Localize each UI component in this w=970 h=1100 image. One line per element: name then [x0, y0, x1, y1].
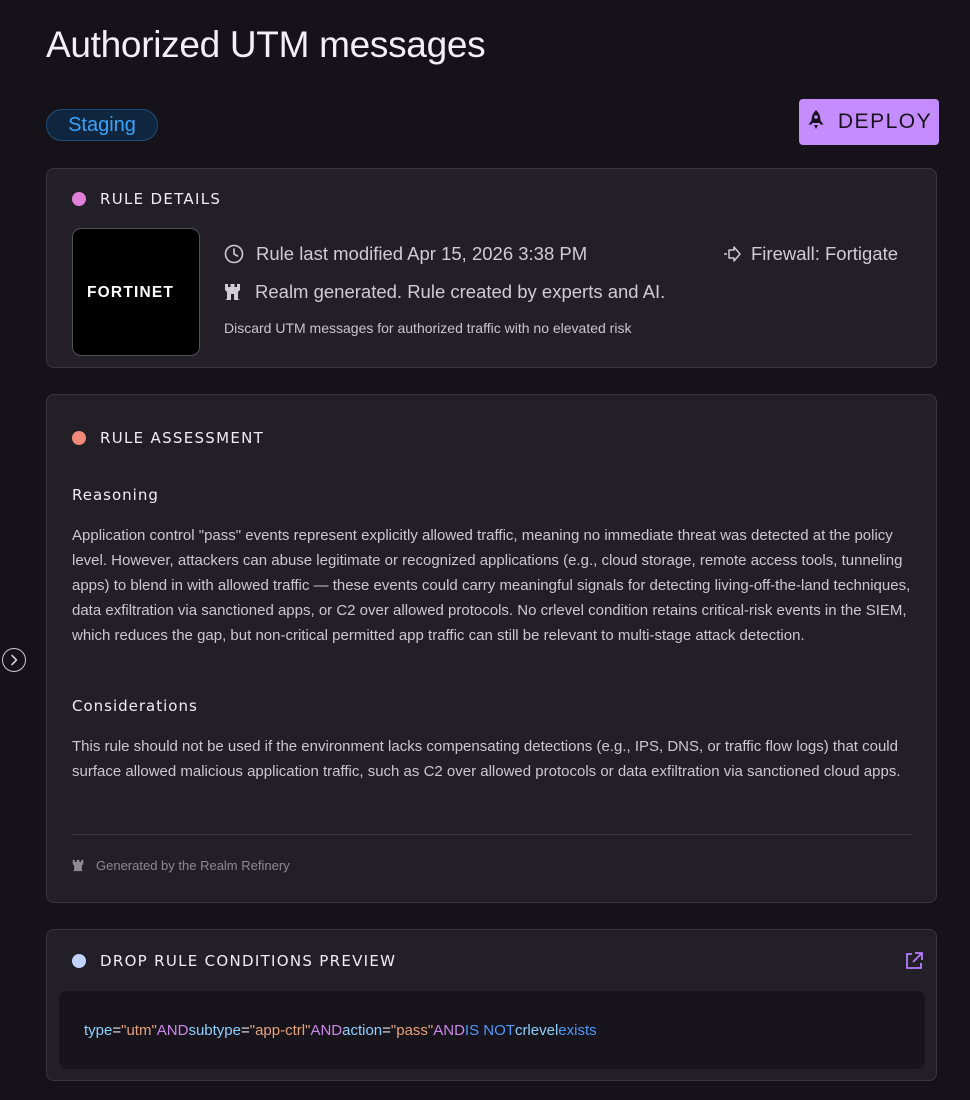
svg-text:FORTINET: FORTINET [87, 284, 174, 301]
drop-rule-title: DROP RULE CONDITIONS PREVIEW [100, 952, 397, 970]
drop-rule-header: DROP RULE CONDITIONS PREVIEW [72, 952, 396, 970]
deploy-button-label: DEPLOY [837, 110, 933, 133]
firewall-row: Firewall: Fortigate [723, 243, 898, 265]
code-keyword: exists [558, 1021, 597, 1039]
rule-assessment-card: RULE ASSESSMENT Reasoning Application co… [46, 394, 937, 903]
code-field: action [342, 1021, 383, 1039]
sidebar-toggle-button[interactable] [2, 648, 26, 672]
rocket-icon [806, 109, 826, 135]
rule-details-title: RULE DETAILS [100, 190, 222, 208]
code-keyword: AND [156, 1021, 189, 1039]
code-operator: = [382, 1021, 391, 1039]
generated-row: Realm generated. Rule created by experts… [224, 281, 665, 303]
castle-icon [72, 859, 84, 872]
last-modified-row: Rule last modified Apr 15, 2026 3:38 PM [224, 243, 587, 265]
code-keyword: AND [433, 1021, 465, 1039]
code-operator: = [241, 1021, 250, 1039]
code-operator: = [112, 1021, 122, 1039]
code-string: "pass" [390, 1021, 434, 1039]
code-string: "utm" [121, 1021, 157, 1039]
divider [72, 834, 913, 835]
rule-assessment-title: RULE ASSESSMENT [100, 429, 265, 447]
code-keyword: AND [310, 1021, 343, 1039]
arrow-right-icon [723, 245, 741, 263]
refinery-footer-text: Generated by the Realm Refinery [96, 858, 290, 873]
status-badge: Staging [46, 109, 158, 141]
rule-details-header: RULE DETAILS [72, 190, 221, 208]
page-title: Authorized UTM messages [46, 24, 486, 65]
considerations-heading: Considerations [72, 697, 198, 715]
clock-icon [224, 244, 244, 264]
reasoning-heading: Reasoning [72, 486, 159, 504]
external-link-icon[interactable] [904, 951, 924, 975]
code-field: type [84, 1021, 113, 1039]
deploy-button[interactable]: DEPLOY [799, 99, 939, 145]
rule-details-card: RULE DETAILS FORTINET Rule last modified… [46, 168, 937, 368]
code-field: crlevel [514, 1021, 559, 1039]
refinery-footer: Generated by the Realm Refinery [72, 858, 290, 873]
rule-description: Discard UTM messages for authorized traf… [224, 320, 632, 336]
last-modified-text: Rule last modified Apr 15, 2026 3:38 PM [256, 243, 588, 264]
rule-assessment-header: RULE ASSESSMENT [72, 429, 264, 447]
rule-assessment-dot [72, 431, 86, 445]
rule-conditions-code: type = "utm" AND subtype = "app-ctrl" AN… [59, 991, 925, 1069]
code-field: subtype [188, 1021, 241, 1039]
generated-text: Realm generated. Rule created by experts… [255, 281, 666, 302]
drop-rule-dot [72, 954, 86, 968]
considerations-text: This rule should not be used if the envi… [72, 738, 901, 780]
rule-details-dot [72, 192, 86, 206]
castle-icon [224, 283, 241, 301]
fortinet-logo: FORTINET [72, 228, 200, 356]
code-string: "app-ctrl" [249, 1021, 311, 1039]
reasoning-text: Application control "pass" events repres… [72, 527, 911, 644]
code-keyword: IS NOT [464, 1021, 515, 1039]
chevron-right-icon [9, 654, 19, 666]
drop-rule-card: DROP RULE CONDITIONS PREVIEW type = "utm… [46, 929, 937, 1081]
firewall-text: Firewall: Fortigate [751, 243, 899, 264]
